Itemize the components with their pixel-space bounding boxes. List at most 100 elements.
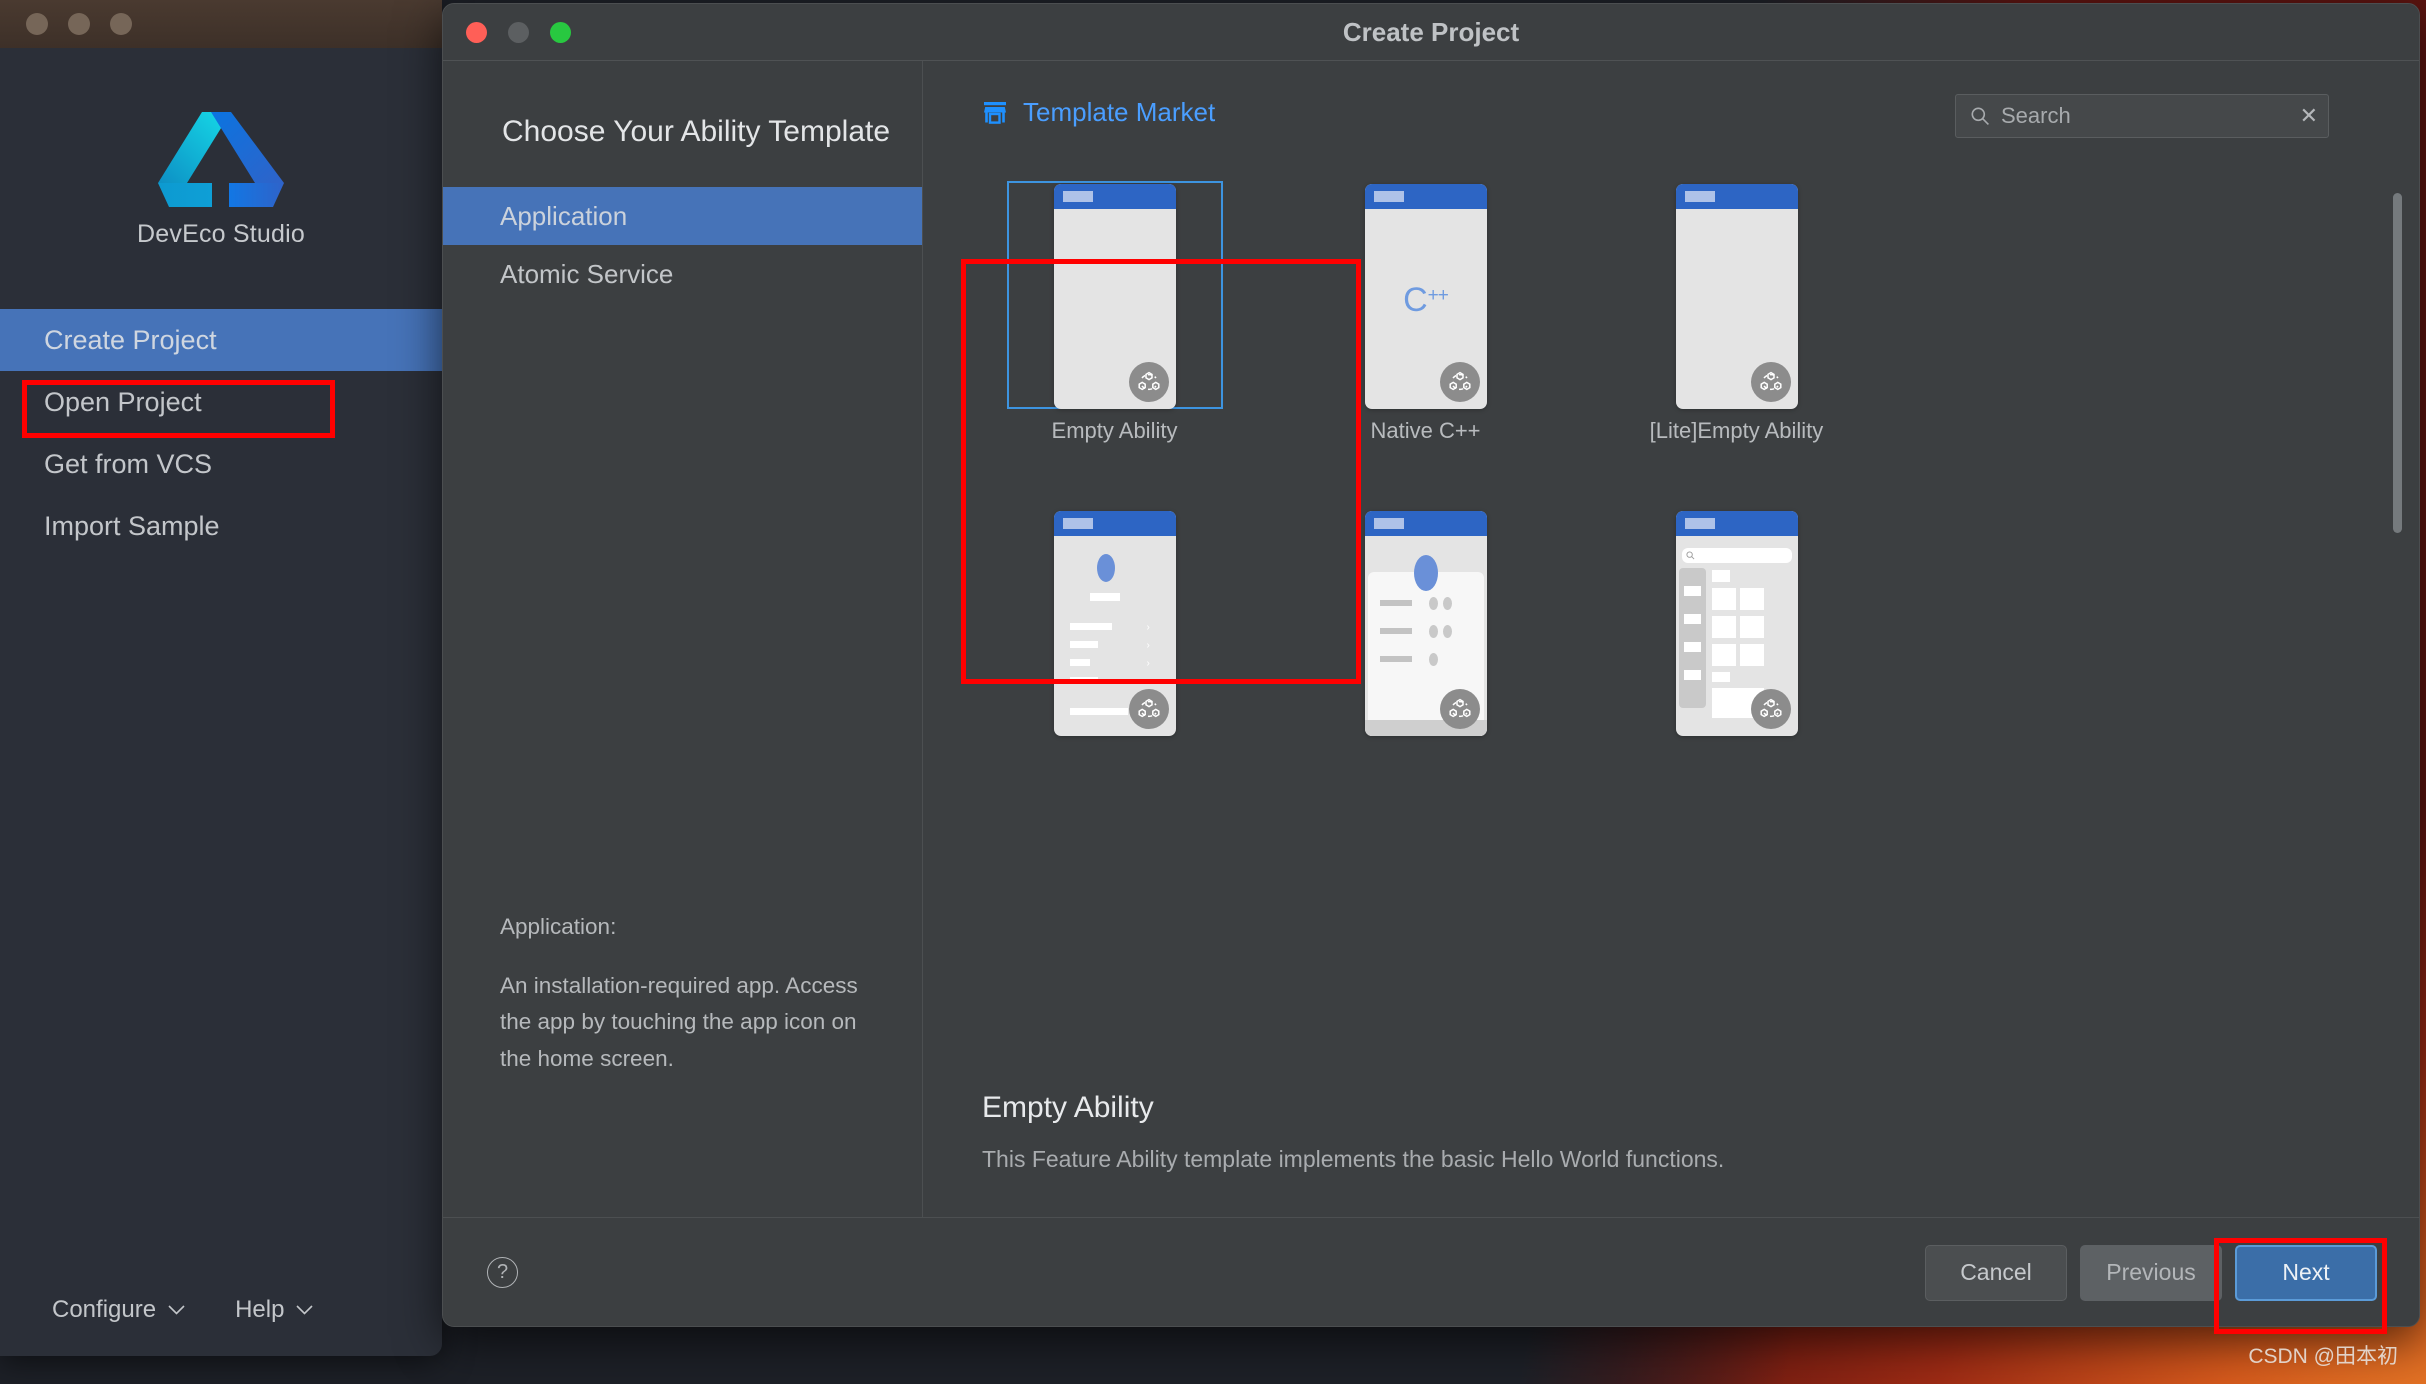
welcome-footer: Configure Help — [0, 1264, 442, 1356]
next-button[interactable]: Next — [2235, 1244, 2377, 1301]
template-grid-viewport: Empty Ability C++ Native C++ [Lite]Empty… — [923, 171, 2419, 987]
mockup-appbar — [1364, 184, 1487, 209]
mockup-bar — [1069, 641, 1098, 648]
mockup-appbar — [1053, 184, 1176, 209]
welcome-item-label: Import Sample — [44, 510, 220, 541]
app-logo-block: DevEco Studio — [0, 52, 442, 249]
mockup-tile — [1739, 644, 1764, 666]
phone-mockup: › › › › — [1053, 511, 1176, 736]
welcome-item-label: Open Project — [44, 386, 202, 417]
welcome-menu: Create Project Open Project Get from VCS… — [0, 309, 442, 557]
mockup-title-pill — [1062, 191, 1093, 202]
configure-button[interactable]: Configure — [52, 1296, 185, 1324]
maximize-icon[interactable] — [110, 13, 132, 35]
phone-mockup — [1364, 511, 1487, 736]
mockup-title-pill — [1062, 518, 1093, 529]
template-grid: Empty Ability C++ Native C++ [Lite]Empty… — [923, 171, 2419, 755]
deveco-studio-logo-icon — [158, 112, 284, 207]
close-icon[interactable] — [26, 13, 48, 35]
help-menu-button[interactable]: Help — [235, 1296, 313, 1324]
welcome-item-label: Create Project — [44, 324, 217, 355]
cancel-button[interactable]: Cancel — [1925, 1244, 2067, 1301]
mockup-tile — [1711, 644, 1736, 666]
project-type-label: Atomic Service — [500, 258, 674, 289]
chevron-down-icon — [168, 1305, 185, 1315]
mockup-tile — [1739, 616, 1764, 638]
mockup-tile — [1683, 586, 1701, 596]
chevron-down-icon — [296, 1305, 313, 1315]
selected-template-text: This Feature Ability template implements… — [982, 1146, 1725, 1172]
mockup-bar — [1069, 623, 1112, 630]
search-icon — [1685, 551, 1694, 560]
welcome-item-open-project[interactable]: Open Project — [0, 371, 442, 433]
left-panel: Choose Your Ability Template Application… — [443, 61, 923, 1217]
help-icon[interactable]: ? — [487, 1257, 518, 1288]
welcome-item-create-project[interactable]: Create Project — [0, 309, 442, 371]
mockup-dot — [1442, 597, 1452, 610]
mockup-appbar — [1364, 511, 1487, 536]
template-card-native-cpp[interactable]: C++ Native C++ — [1270, 171, 1581, 454]
mockup-dot — [1428, 625, 1438, 638]
welcome-window: DevEco Studio Create Project Open Projec… — [0, 0, 442, 1356]
project-type-description-label: Application: — [500, 914, 617, 940]
mockup-title-pill — [1684, 191, 1715, 202]
mockup-search-field — [1681, 548, 1792, 563]
search-input[interactable]: Search ✕ — [1955, 94, 2329, 138]
project-type-atomic-service[interactable]: Atomic Service — [443, 245, 922, 303]
storefront-icon — [984, 101, 1006, 124]
template-card-empty-ability[interactable]: Empty Ability — [959, 171, 1270, 454]
project-type-list: Application Atomic Service — [443, 187, 922, 303]
dialog-title: Create Project — [1342, 16, 1520, 47]
chevron-right-icon: › — [1146, 640, 1150, 651]
harmonyos-badge-icon — [1750, 362, 1791, 402]
template-thumbnail — [1006, 181, 1223, 409]
welcome-titlebar — [0, 0, 442, 48]
mockup-dot — [1428, 597, 1438, 610]
chevron-right-icon: › — [1146, 658, 1150, 669]
welcome-item-get-from-vcs[interactable]: Get from VCS — [0, 433, 442, 495]
phone-mockup — [1675, 184, 1798, 409]
welcome-item-import-sample[interactable]: Import Sample — [0, 495, 442, 557]
cpp-letter: C — [1403, 281, 1428, 319]
harmonyos-badge-icon — [1439, 689, 1480, 729]
harmonyos-badge-icon — [1128, 689, 1169, 729]
mockup-bar — [1069, 677, 1098, 684]
mockup-tile — [1711, 672, 1730, 682]
clear-search-icon[interactable]: ✕ — [2300, 103, 2318, 129]
search-placeholder: Search — [2001, 103, 2071, 128]
mockup-appbar — [1675, 184, 1798, 209]
minimize-icon[interactable] — [68, 13, 90, 35]
mockup-tile — [1683, 614, 1701, 624]
mockup-title-pill — [1373, 191, 1404, 202]
mockup-bar — [1069, 708, 1128, 715]
template-card-category-grid[interactable] — [1581, 498, 1892, 755]
template-grid-scrollbar[interactable] — [2393, 193, 2402, 533]
project-type-application[interactable]: Application — [443, 187, 922, 245]
cpp-plus-plus: ++ — [1427, 285, 1449, 306]
template-thumbnail: › › › › — [1007, 508, 1223, 736]
previous-button[interactable]: Previous — [2080, 1244, 2222, 1301]
help-label: Help — [235, 1296, 285, 1323]
mockup-bar — [1089, 593, 1120, 601]
project-type-description-text: An installation-required app. Access the… — [500, 972, 858, 1071]
right-panel: Template Market Search ✕ Empty Ability C… — [923, 61, 2419, 1217]
dialog-titlebar: Create Project — [443, 4, 2419, 61]
mockup-tile — [1711, 588, 1736, 610]
harmonyos-badge-icon — [1128, 362, 1169, 402]
mockup-dot — [1428, 653, 1438, 666]
project-type-description: Application: An installation-required ap… — [500, 909, 880, 1077]
mockup-body: C++ — [1365, 209, 1487, 409]
template-card-settings-list[interactable]: › › › › — [959, 498, 1270, 755]
phone-mockup: C++ — [1364, 184, 1487, 409]
template-card-profile-list[interactable] — [1270, 498, 1581, 755]
chevron-right-icon: › — [1146, 622, 1150, 633]
mockup-appbar — [1053, 511, 1176, 536]
template-thumbnail: C++ — [1318, 181, 1534, 409]
dialog-footer: ? Cancel Previous Next — [443, 1217, 2419, 1326]
mockup-body — [1054, 209, 1176, 409]
template-card-lite-empty-ability[interactable]: [Lite]Empty Ability — [1581, 171, 1892, 454]
mockup-dot — [1442, 625, 1452, 638]
template-card-label: Empty Ability — [1051, 418, 1178, 443]
harmonyos-badge-icon — [1750, 689, 1791, 729]
mockup-bar — [1379, 628, 1412, 634]
